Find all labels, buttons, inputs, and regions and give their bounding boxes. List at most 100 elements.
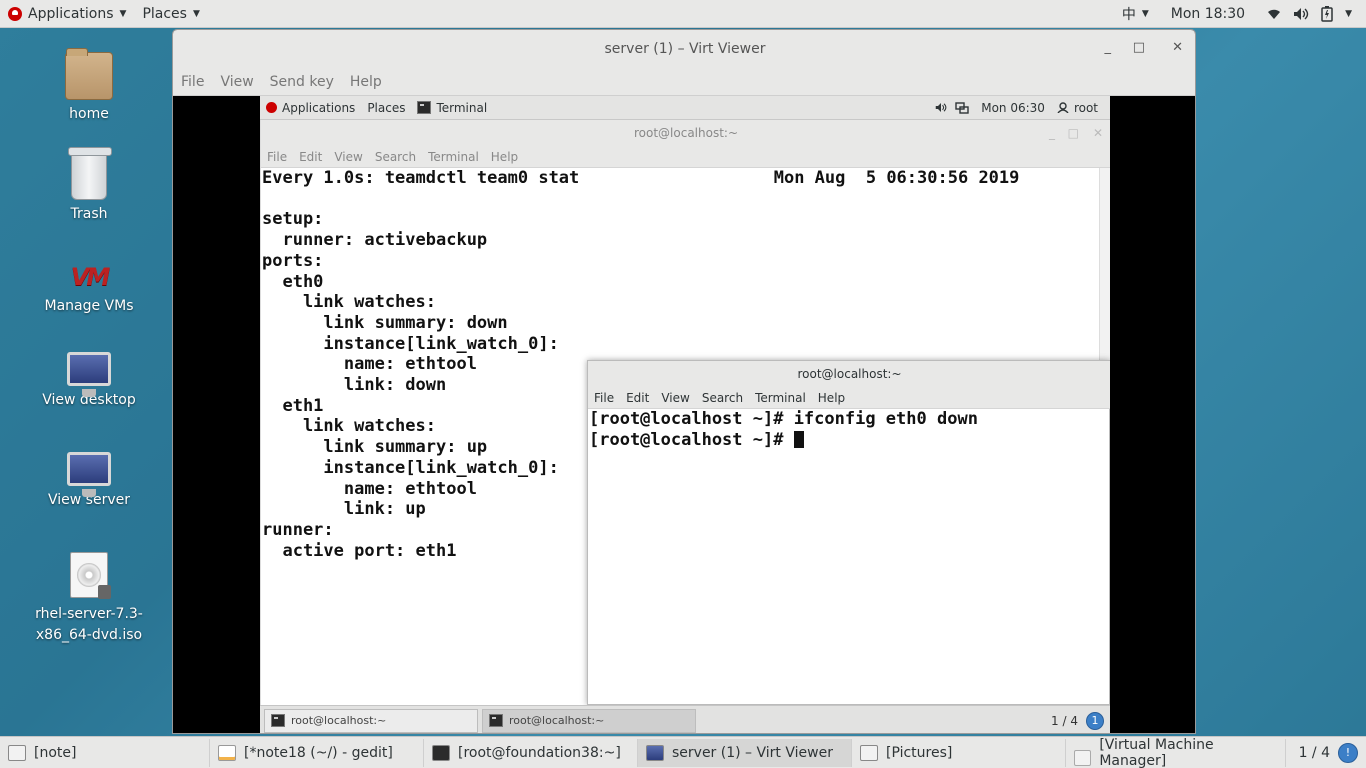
guest-status-area[interactable] xyxy=(929,101,975,114)
menu-help[interactable]: Help xyxy=(485,150,524,164)
terminal-line: eth0 xyxy=(262,271,324,292)
guest-places-menu[interactable]: Places xyxy=(361,101,411,115)
guest-user-menu[interactable]: root xyxy=(1051,101,1110,115)
text-cursor xyxy=(793,430,804,448)
desktop-icon-label: Manage VMs xyxy=(44,298,134,314)
text-editor-icon xyxy=(218,744,236,761)
desktop-icon-view-server[interactable]: View server xyxy=(30,452,148,508)
terminal-icon xyxy=(489,714,503,727)
task-virt-manager[interactable]: [Virtual Machine Manager] xyxy=(1066,737,1286,768)
task-pictures[interactable]: [Pictures] xyxy=(852,738,1066,767)
trash-icon xyxy=(68,147,112,200)
menu-file[interactable]: File xyxy=(588,391,620,405)
menu-file[interactable]: File xyxy=(261,150,293,164)
maximize-button[interactable]: □ xyxy=(1133,40,1145,55)
desktop-icon-view-desktop[interactable]: View desktop xyxy=(30,352,148,408)
task-gedit[interactable]: [*note18 (~/) - gedit] xyxy=(210,738,424,767)
desktop-icon-label: home xyxy=(69,106,109,122)
task-label: [*note18 (~/) - gedit] xyxy=(244,744,393,761)
chevron-down-icon: ▼ xyxy=(192,8,200,19)
menu-edit[interactable]: Edit xyxy=(620,391,655,405)
terminal-window-shell[interactable]: root@localhost:~ File Edit View Search T… xyxy=(587,360,1110,705)
monitor-icon xyxy=(67,452,111,497)
guest-active-app-label: Terminal xyxy=(436,100,488,115)
menu-send-key[interactable]: Send key xyxy=(262,74,342,90)
terminal-titlebar[interactable]: root@localhost:~ _ □ ✕ xyxy=(261,120,1110,146)
maximize-button[interactable]: □ xyxy=(1068,126,1079,140)
terminal-line: Every 1.0s: teamdctl team0 stat Mon Aug … xyxy=(262,168,1020,188)
terminal-line: instance[link_watch_0]: xyxy=(262,333,559,354)
applications-label: Applications xyxy=(28,5,114,22)
minimize-button[interactable]: _ xyxy=(1049,126,1055,140)
guest-display[interactable]: Applications Places Terminal Mon 06:30 r… xyxy=(260,96,1110,733)
notification-icon[interactable]: ! xyxy=(1338,742,1358,763)
menu-view[interactable]: View xyxy=(212,74,261,90)
guest-clock[interactable]: Mon 06:30 xyxy=(975,101,1051,115)
menu-view[interactable]: View xyxy=(328,150,368,164)
home-folder-icon xyxy=(65,48,113,100)
places-menu[interactable]: Places ▼ xyxy=(134,0,207,28)
chevron-down-icon: ▼ xyxy=(1141,8,1149,19)
menu-search[interactable]: Search xyxy=(369,150,422,164)
guest-active-app[interactable]: Terminal xyxy=(411,101,493,115)
guest-applications-menu[interactable]: Applications xyxy=(260,101,361,115)
user-icon xyxy=(1057,102,1069,113)
applications-menu[interactable]: Applications ▼ xyxy=(0,0,134,28)
menu-help[interactable]: Help xyxy=(342,74,390,90)
terminal-titlebar[interactable]: root@localhost:~ xyxy=(588,361,1110,387)
terminal-line: setup: xyxy=(262,209,324,230)
close-button[interactable]: ✕ xyxy=(1172,40,1183,55)
window-titlebar[interactable]: server (1) – Virt Viewer _ □ ✕ xyxy=(173,30,1195,68)
desktop-icon-manage-vms[interactable]: VM Manage VMs xyxy=(30,252,148,314)
folder-icon xyxy=(860,744,878,761)
fedora-icon xyxy=(266,102,277,113)
task-label: server (1) – Virt Viewer xyxy=(672,744,833,761)
desktop-icon-home[interactable]: home xyxy=(30,48,148,122)
volume-icon xyxy=(1294,7,1309,20)
guest-clock-label: Mon 06:30 xyxy=(981,100,1045,115)
monitor-icon xyxy=(646,744,664,761)
notification-icon[interactable]: 1 xyxy=(1086,711,1104,730)
guest-task-label: root@localhost:~ xyxy=(509,714,605,727)
guest-top-panel: Applications Places Terminal Mon 06:30 r… xyxy=(260,96,1110,120)
terminal-line: link watches: xyxy=(262,292,436,313)
menubar: File View Send key Help xyxy=(173,68,1195,96)
minimize-button[interactable]: _ xyxy=(1105,40,1112,55)
menu-terminal[interactable]: Terminal xyxy=(749,391,812,405)
desktop-icon-trash[interactable]: Trash xyxy=(30,147,148,222)
terminal-prompt: [root@localhost ~]# xyxy=(589,429,794,450)
system-status-area[interactable]: ▼ xyxy=(1259,0,1366,28)
chevron-down-icon: ▼ xyxy=(119,8,127,19)
terminal-title: root@localhost:~ xyxy=(797,367,902,381)
task-virt-viewer[interactable]: server (1) – Virt Viewer xyxy=(638,738,852,767)
workspace-pager[interactable]: 1 / 4 ! xyxy=(1299,742,1366,763)
volume-icon xyxy=(935,103,947,112)
fedora-icon xyxy=(8,6,22,21)
guest-task-terminal[interactable]: root@localhost:~ xyxy=(264,708,478,733)
task-note[interactable]: [note] xyxy=(0,738,210,767)
input-method-menu[interactable]: 中 ▼ xyxy=(1114,0,1157,28)
terminal-menubar: File Edit View Search Terminal Help xyxy=(588,387,1110,409)
menu-search[interactable]: Search xyxy=(696,391,749,405)
terminal-output[interactable]: [root@localhost ~]# ifconfig eth0 down [r… xyxy=(588,409,1110,706)
monitor-icon xyxy=(67,352,111,397)
menu-file[interactable]: File xyxy=(173,74,212,90)
task-terminal[interactable]: [root@foundation38:~] xyxy=(424,738,638,767)
close-button[interactable]: ✕ xyxy=(1093,126,1103,140)
menu-edit[interactable]: Edit xyxy=(293,150,328,164)
desktop-icon-label: Trash xyxy=(70,206,108,222)
guest-pager-label: 1 / 4 xyxy=(1051,713,1078,728)
clock[interactable]: Mon 18:30 xyxy=(1157,0,1259,28)
desktop-icon-iso[interactable]: rhel-server-7.3-x86_64-dvd.iso xyxy=(30,552,148,646)
terminal-menubar: File Edit View Search Terminal Help xyxy=(261,146,1110,168)
guest-workspace-pager[interactable]: 1 / 4 1 xyxy=(1051,711,1104,730)
menu-view[interactable]: View xyxy=(655,391,695,405)
menu-help[interactable]: Help xyxy=(812,391,851,405)
guest-applications-label: Applications xyxy=(282,100,356,115)
guest-task-terminal-active[interactable]: root@localhost:~ xyxy=(482,708,696,733)
disc-image-icon xyxy=(70,552,111,599)
terminal-line: ports: xyxy=(262,250,324,271)
menu-terminal[interactable]: Terminal xyxy=(422,150,485,164)
terminal-icon xyxy=(432,744,450,761)
